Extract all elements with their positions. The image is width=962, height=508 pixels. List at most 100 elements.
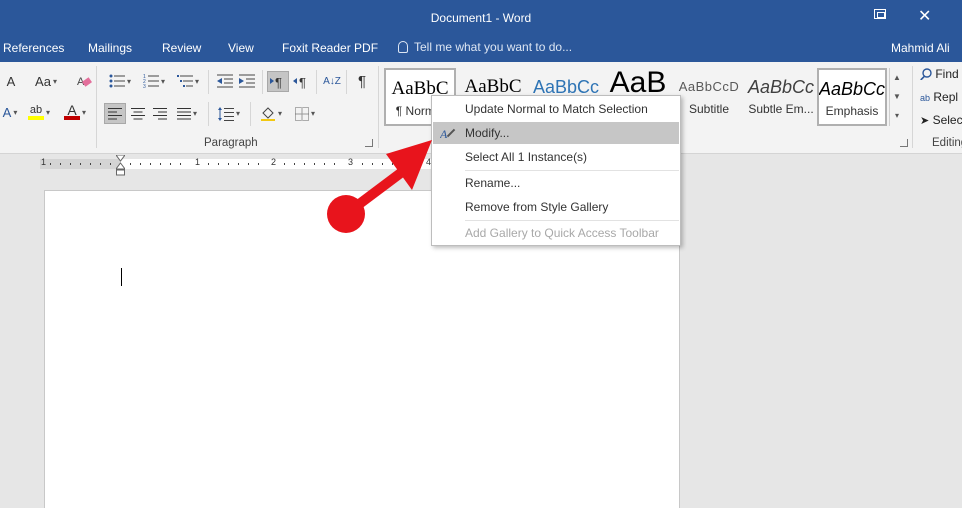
- align-right-button[interactable]: [149, 103, 171, 124]
- menu-separator: [465, 170, 679, 171]
- increase-indent-button[interactable]: [236, 71, 258, 91]
- highlighter-icon: ab: [27, 104, 44, 120]
- clear-formatting-button[interactable]: A: [74, 71, 94, 91]
- scroll-down-icon[interactable]: ▼: [890, 87, 904, 106]
- ruler-tick: [160, 163, 161, 165]
- indent-marker-icon[interactable]: [116, 155, 125, 176]
- line-spacing-button[interactable]: [213, 103, 245, 124]
- bullets-button[interactable]: [104, 71, 136, 91]
- grow-font-button[interactable]: A: [2, 71, 20, 91]
- align-left-button[interactable]: [104, 103, 126, 124]
- menu-item-remove-from-gallery[interactable]: Remove from Style Gallery: [433, 196, 679, 218]
- style-name: Emphasis: [825, 104, 879, 118]
- show-formatting-button[interactable]: ¶: [351, 71, 373, 92]
- more-styles-icon[interactable]: ▾: [890, 106, 904, 125]
- ruler-tick: [314, 163, 315, 165]
- select-button[interactable]: ➤ Selec: [920, 113, 962, 127]
- style-context-menu: Update Normal to Match Selection A Modif…: [431, 95, 681, 246]
- tell-me-search[interactable]: Tell me what you want to do...: [398, 40, 572, 54]
- replace-button[interactable]: ab Repl: [920, 90, 958, 104]
- change-case-button[interactable]: Aa: [30, 71, 62, 91]
- menu-item-rename[interactable]: Rename...: [433, 172, 679, 194]
- find-icon: [920, 68, 932, 81]
- style-sample: AaBbCcD: [678, 79, 740, 94]
- menu-item-select-all-instances[interactable]: Select All 1 Instance(s): [433, 146, 679, 168]
- ruler-tick: [248, 163, 249, 165]
- ruler-tick: [130, 163, 131, 165]
- svg-text:¶: ¶: [275, 75, 282, 89]
- style-sample: AaBbCc: [819, 79, 885, 99]
- divider: [346, 70, 347, 94]
- left-to-right-button[interactable]: ¶: [267, 71, 289, 92]
- style-emphasis[interactable]: AaBbCc Emphasis: [817, 68, 887, 126]
- multilevel-list-button[interactable]: [172, 71, 204, 91]
- ruler-tick: [284, 163, 285, 165]
- tab-review[interactable]: Review: [162, 41, 201, 55]
- ruler-tick: [208, 163, 209, 165]
- ruler-tick: [228, 163, 229, 165]
- borders-button[interactable]: [289, 103, 321, 124]
- font-color-button[interactable]: A: [60, 102, 90, 122]
- sort-button[interactable]: A↓Z: [321, 71, 343, 92]
- menu-item-label: Modify...: [465, 126, 510, 140]
- menu-separator: [465, 220, 679, 221]
- tab-foxit-reader-pdf[interactable]: Foxit Reader PDF: [282, 41, 378, 55]
- shading-button[interactable]: [255, 103, 287, 124]
- ruler-tick: [258, 163, 259, 165]
- user-name[interactable]: Mahmid Ali: [891, 41, 950, 55]
- justify-button[interactable]: [171, 103, 203, 124]
- divider: [262, 70, 263, 94]
- numbering-icon: 123: [143, 74, 159, 88]
- numbering-button[interactable]: 123: [138, 71, 170, 91]
- eraser-icon: A: [77, 76, 92, 88]
- center-button[interactable]: [127, 103, 149, 124]
- style-name: Subtitle: [688, 102, 730, 116]
- window-title: Document1 - Word: [430, 11, 532, 25]
- bullets-icon: [109, 74, 125, 88]
- ruler-tick: [218, 163, 219, 165]
- align-left-icon: [108, 107, 122, 119]
- svg-text:¶: ¶: [299, 75, 306, 89]
- style-subtitle[interactable]: AaBbCcD Subtitle: [674, 68, 744, 126]
- paint-bucket-icon: [260, 106, 275, 121]
- tell-me-label: Tell me what you want to do...: [414, 40, 573, 54]
- tab-references[interactable]: References: [3, 41, 64, 55]
- multilevel-list-icon: [176, 75, 193, 87]
- tab-view[interactable]: View: [228, 41, 254, 55]
- borders-icon: [294, 106, 309, 121]
- increase-indent-icon: [239, 74, 255, 88]
- style-subtle-emphasis[interactable]: AaBbCc Subtle Em...: [746, 68, 816, 126]
- styles-gallery-scroll: ▲ ▼ ▾: [889, 68, 904, 126]
- ruler-tick: [150, 163, 151, 165]
- decrease-indent-button[interactable]: [214, 71, 236, 91]
- menu-item-update-normal[interactable]: Update Normal to Match Selection: [433, 98, 679, 120]
- replace-label: Repl: [933, 90, 959, 104]
- ruler-number: 1: [195, 157, 201, 167]
- ruler-number: 2: [271, 157, 277, 167]
- style-sample: AaBbCc: [747, 77, 815, 97]
- ruler-tick: [180, 163, 181, 165]
- pilcrow-icon: ¶: [357, 73, 367, 90]
- text-effects-button[interactable]: A: [0, 102, 20, 122]
- cursor-arrow-icon: ➤: [920, 115, 930, 127]
- font-color-label: A: [67, 102, 77, 118]
- lightbulb-icon: [398, 41, 408, 53]
- right-to-left-button[interactable]: ¶: [290, 71, 312, 92]
- text-cursor: [121, 268, 122, 286]
- tab-mailings[interactable]: Mailings: [88, 41, 132, 55]
- menu-item-modify[interactable]: A Modify...: [433, 122, 679, 144]
- title-bar: Document1 - Word ✕: [0, 0, 962, 36]
- scroll-up-icon[interactable]: ▲: [890, 68, 904, 87]
- styles-dialog-launcher-icon[interactable]: [900, 139, 908, 147]
- highlight-button[interactable]: ab: [24, 102, 54, 122]
- restore-window-icon[interactable]: [874, 9, 886, 19]
- divider: [912, 66, 913, 148]
- close-icon[interactable]: ✕: [918, 6, 931, 26]
- line-spacing-icon: [217, 106, 234, 121]
- grow-font-label: A: [6, 73, 16, 89]
- menu-item-label: Update Normal to Match Selection: [465, 102, 648, 116]
- left-to-right-icon: ¶: [270, 75, 282, 89]
- divider: [208, 70, 209, 94]
- find-button[interactable]: Find: [920, 67, 959, 81]
- menu-item-label: Select All 1 Instance(s): [465, 150, 588, 164]
